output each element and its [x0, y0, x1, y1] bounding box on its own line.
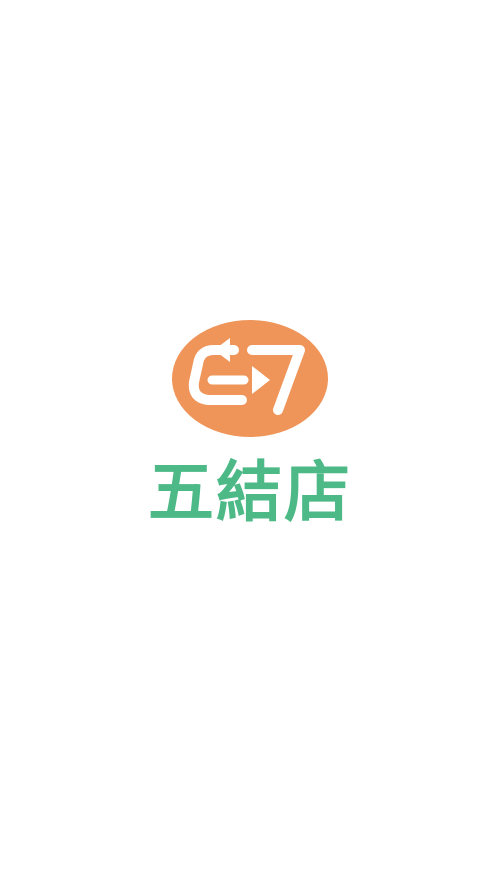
- splash-screen: 五結店: [0, 0, 500, 889]
- exchange-arrows-logo-icon: [172, 320, 328, 437]
- app-name: 五結店: [148, 454, 352, 531]
